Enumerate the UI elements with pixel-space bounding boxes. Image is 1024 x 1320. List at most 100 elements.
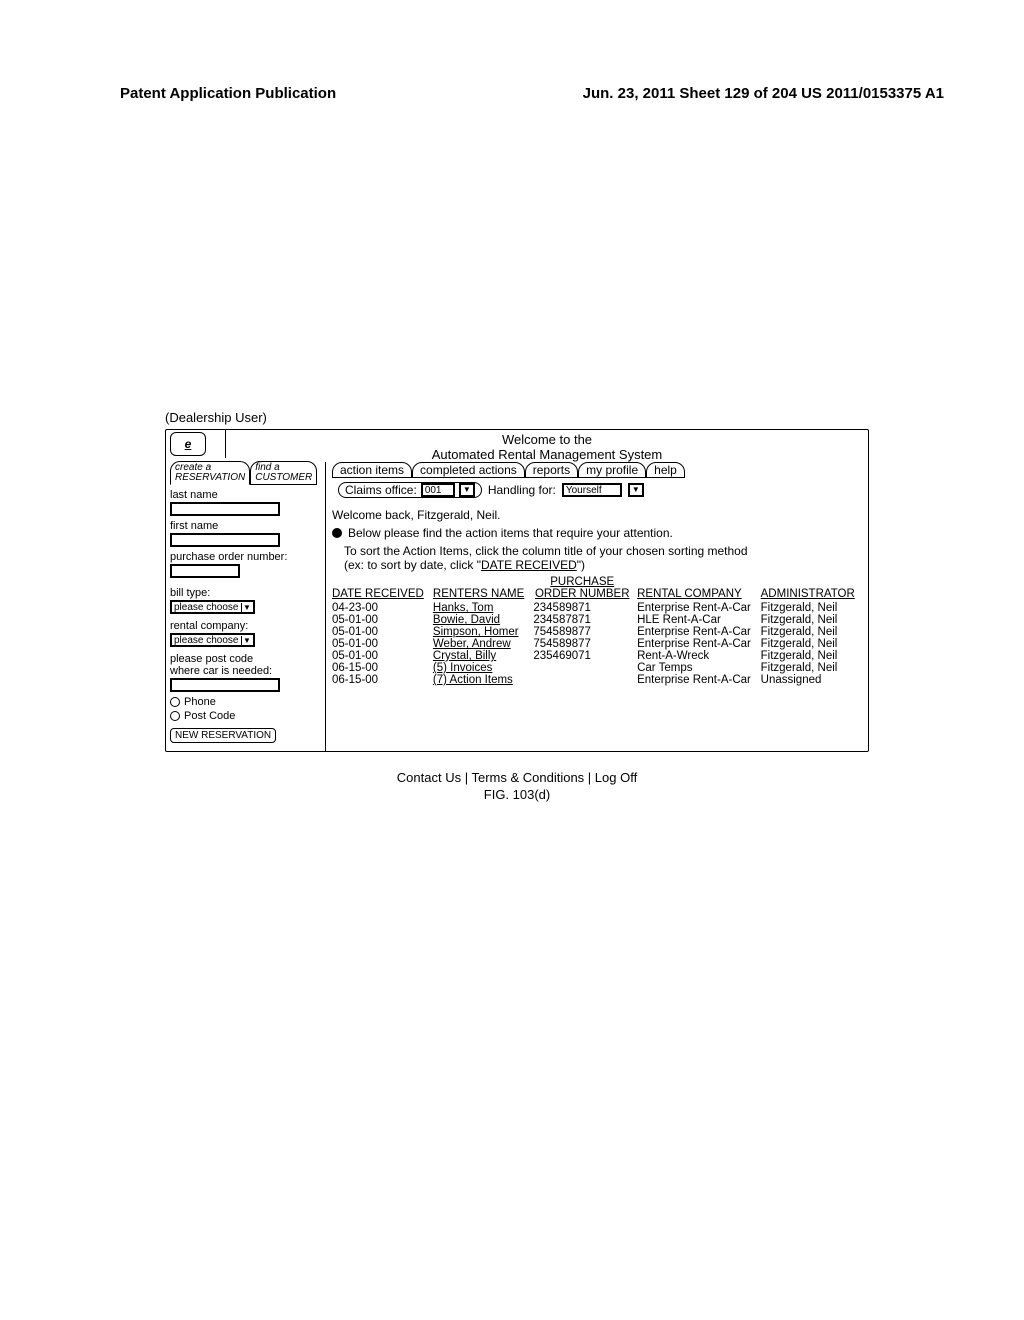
- tab-reports[interactable]: reports: [525, 462, 578, 478]
- table-row: 04-23-00Hanks, Tom234589871Enterprise Re…: [332, 602, 864, 614]
- rental-company-select[interactable]: please choose ▼: [170, 633, 255, 647]
- welcome-back-text: Welcome back, Fitzgerald, Neil.: [332, 508, 864, 522]
- col-date-received[interactable]: DATE RECEIVED: [332, 576, 433, 602]
- chevron-down-icon[interactable]: ▼: [459, 483, 475, 497]
- app-frame: e Welcome to the Automated Rental Manage…: [165, 429, 869, 752]
- col-renters-name[interactable]: RENTERS NAME: [433, 576, 533, 602]
- tab-action-items[interactable]: action items: [332, 462, 412, 478]
- cell-company: Rent-A-Wreck: [637, 650, 761, 662]
- tab-my-profile[interactable]: my profile: [578, 462, 646, 478]
- rental-company-label: rental company:: [170, 620, 321, 632]
- cell-date: 05-01-00: [332, 614, 433, 626]
- figure-label: FIG. 103(d): [165, 787, 869, 802]
- cell-date: 05-01-00: [332, 638, 433, 650]
- tab-find-customer[interactable]: find a CUSTOMER: [250, 461, 317, 485]
- handling-for-label: Handling for:: [488, 483, 556, 497]
- cell-name[interactable]: Bowie, David: [433, 614, 533, 626]
- handling-for-input[interactable]: Yourself: [562, 483, 622, 497]
- post-code-label: please post code where car is needed:: [170, 653, 321, 677]
- col-rental-company[interactable]: RENTAL COMPANY: [637, 576, 761, 602]
- cell-po: [533, 662, 637, 674]
- first-name-input[interactable]: [170, 533, 280, 547]
- post-code-input[interactable]: [170, 678, 280, 692]
- table-row: 06-15-00(7) Action Items Enterprise Rent-…: [332, 674, 864, 686]
- new-reservation-button[interactable]: NEW RESERVATION: [170, 728, 276, 743]
- cell-admin: Fitzgerald, Neil: [761, 650, 864, 662]
- first-name-label: first name: [170, 520, 321, 532]
- sort-example-link[interactable]: DATE RECEIVED: [481, 558, 577, 572]
- claims-office-input[interactable]: 001: [421, 483, 455, 497]
- cell-name[interactable]: Weber, Andrew: [433, 638, 533, 650]
- cell-po: 235469071: [533, 650, 637, 662]
- table-row: 05-01-00Weber, Andrew754589877Enterprise…: [332, 638, 864, 650]
- cell-admin: Fitzgerald, Neil: [761, 662, 864, 674]
- cell-date: 05-01-00: [332, 650, 433, 662]
- radio-post-code[interactable]: Post Code: [170, 710, 321, 722]
- cell-company: Car Temps: [637, 662, 761, 674]
- cell-name[interactable]: (5) Invoices: [433, 662, 533, 674]
- document-header: Patent Application Publication Jun. 23, …: [0, 85, 1024, 102]
- footer-links[interactable]: Contact Us | Terms & Conditions | Log Of…: [165, 770, 869, 785]
- chevron-down-icon[interactable]: ▼: [628, 483, 644, 497]
- po-label: purchase order number:: [170, 551, 321, 563]
- cell-name[interactable]: Hanks, Tom: [433, 602, 533, 614]
- claims-office-label: Claims office:: [345, 483, 417, 497]
- table-row: 05-01-00Crystal, Billy235469071Rent-A-Wr…: [332, 650, 864, 662]
- cell-po: 754589877: [533, 638, 637, 650]
- info-line-text: Below please find the action items that …: [348, 526, 673, 540]
- col-purchase-order[interactable]: PURCHASE ORDER NUMBER: [533, 576, 637, 602]
- user-role-label: (Dealership User): [165, 410, 869, 425]
- cell-admin: Unassigned: [761, 674, 864, 686]
- cell-date: 06-15-00: [332, 674, 433, 686]
- tab-create-reservation[interactable]: create a RESERVATION: [170, 461, 250, 485]
- sidebar: create a RESERVATION find a CUSTOMER las…: [166, 462, 326, 751]
- bullet-icon: [332, 528, 342, 538]
- claims-office-filter: Claims office: 001 ▼: [338, 482, 482, 498]
- tab-help[interactable]: help: [646, 462, 685, 478]
- bill-type-select[interactable]: please choose ▼: [170, 600, 255, 614]
- publication-label: Patent Application Publication: [120, 85, 336, 102]
- welcome-line1: Welcome to the: [226, 432, 868, 447]
- publication-meta: Jun. 23, 2011 Sheet 129 of 204 US 2011/0…: [583, 85, 944, 102]
- cell-po: 234589871: [533, 602, 637, 614]
- last-name-label: last name: [170, 489, 321, 501]
- cell-company: Enterprise Rent-A-Car: [637, 638, 761, 650]
- cell-company: Enterprise Rent-A-Car: [637, 626, 761, 638]
- cell-company: Enterprise Rent-A-Car: [637, 602, 761, 614]
- cell-name[interactable]: Simpson, Homer: [433, 626, 533, 638]
- last-name-input[interactable]: [170, 502, 280, 516]
- logo-icon: e: [170, 432, 206, 456]
- cell-admin: Fitzgerald, Neil: [761, 614, 864, 626]
- cell-po: 234587871: [533, 614, 637, 626]
- cell-name[interactable]: (7) Action Items: [433, 674, 533, 686]
- cell-po: [533, 674, 637, 686]
- cell-date: 05-01-00: [332, 626, 433, 638]
- cell-name[interactable]: Crystal, Billy: [433, 650, 533, 662]
- chevron-down-icon: ▼: [241, 636, 253, 645]
- main-panel: action items completed actions reports m…: [326, 462, 868, 751]
- po-input[interactable]: [170, 564, 240, 578]
- logo-cell: e: [166, 430, 226, 458]
- chevron-down-icon: ▼: [241, 603, 253, 612]
- cell-admin: Fitzgerald, Neil: [761, 626, 864, 638]
- bill-type-label: bill type:: [170, 587, 321, 599]
- radio-phone-label: Phone: [184, 696, 216, 708]
- cell-date: 06-15-00: [332, 662, 433, 674]
- cell-admin: Fitzgerald, Neil: [761, 638, 864, 650]
- radio-post-code-label: Post Code: [184, 710, 235, 722]
- welcome-block: Welcome to the Automated Rental Manageme…: [226, 430, 868, 462]
- cell-admin: Fitzgerald, Neil: [761, 602, 864, 614]
- cell-company: HLE Rent-A-Car: [637, 614, 761, 626]
- cell-company: Enterprise Rent-A-Car: [637, 674, 761, 686]
- radio-icon: [170, 697, 180, 707]
- tab-completed-actions[interactable]: completed actions: [412, 462, 525, 478]
- sort-hint: To sort the Action Items, click the colu…: [344, 544, 864, 572]
- radio-icon: [170, 711, 180, 721]
- col-administrator[interactable]: ADMINISTRATOR: [761, 576, 864, 602]
- action-items-table: DATE RECEIVED RENTERS NAME PURCHASE ORDE…: [332, 576, 864, 686]
- table-row: 06-15-00(5) Invoices Car TempsFitzgerald,…: [332, 662, 864, 674]
- table-row: 05-01-00Simpson, Homer754589877Enterpris…: [332, 626, 864, 638]
- welcome-line2: Automated Rental Management System: [226, 447, 868, 462]
- cell-date: 04-23-00: [332, 602, 433, 614]
- radio-phone[interactable]: Phone: [170, 696, 321, 708]
